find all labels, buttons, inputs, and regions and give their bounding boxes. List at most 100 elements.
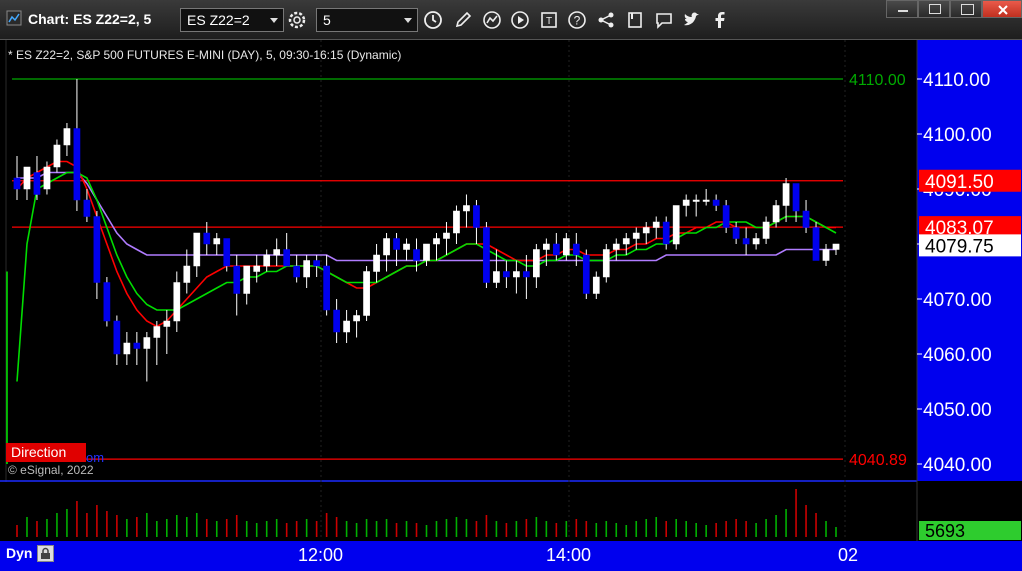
- share-icon: [598, 12, 614, 28]
- bookmark-button[interactable]: [624, 9, 646, 31]
- candle: [273, 238, 281, 266]
- play-button[interactable]: [509, 9, 531, 31]
- symbol-value: ES Z22=2: [187, 12, 250, 28]
- candle: [373, 244, 380, 283]
- maximize-button[interactable]: [950, 0, 982, 18]
- candle: [652, 216, 660, 239]
- help-icon: ?: [568, 11, 586, 29]
- candle-body: [523, 271, 530, 278]
- candle: [473, 200, 480, 244]
- candle: [233, 255, 241, 316]
- dynamic-label[interactable]: Dyn: [6, 545, 32, 561]
- refresh-button[interactable]: [481, 9, 503, 31]
- time-tick-label: 14:00: [546, 545, 592, 565]
- candle: [113, 315, 121, 365]
- candle-body: [832, 243, 840, 250]
- title-bar: Chart: ES Z22=2, 5 ES Z22=2 5 T ?: [0, 0, 1022, 40]
- candle-body: [333, 309, 340, 333]
- refresh-icon: [483, 11, 501, 29]
- candle-body: [572, 243, 580, 256]
- candle-body: [13, 177, 21, 190]
- candle: [383, 233, 390, 272]
- candle-body: [103, 282, 111, 322]
- app-icon: [6, 10, 22, 26]
- candle-body: [503, 271, 510, 278]
- twitter-icon: [684, 12, 699, 26]
- candle-body: [822, 249, 830, 261]
- bookmark-icon: [628, 12, 642, 28]
- candle-body: [33, 172, 41, 195]
- interval-value: 5: [323, 12, 331, 28]
- candle: [193, 232, 201, 277]
- candle: [303, 255, 310, 288]
- candle-body: [173, 282, 181, 322]
- candles: [13, 79, 840, 382]
- candle: [173, 271, 181, 332]
- candle: [293, 255, 301, 283]
- candle: [802, 200, 810, 233]
- minimize-button[interactable]: [886, 0, 918, 18]
- facebook-icon: [715, 12, 725, 28]
- price-tick-label: 4050.00: [923, 400, 992, 421]
- candle: [33, 156, 41, 200]
- candle-body: [592, 276, 600, 294]
- candle: [732, 222, 740, 244]
- time-tick-label: 12:00: [298, 545, 344, 565]
- candle-body: [562, 238, 570, 256]
- restore-button[interactable]: [918, 0, 950, 18]
- share-button[interactable]: [595, 9, 617, 31]
- candle: [163, 310, 171, 354]
- candle-body: [732, 227, 740, 239]
- text-button[interactable]: T: [538, 9, 560, 31]
- candle: [53, 139, 61, 173]
- candle: [722, 200, 730, 233]
- last-price-label: 4079.75: [925, 236, 994, 257]
- candle: [143, 332, 151, 382]
- candle-body: [632, 232, 640, 239]
- candle-body: [213, 238, 221, 245]
- grid: [0, 40, 917, 540]
- candle: [433, 233, 440, 261]
- twitter-button[interactable]: [681, 9, 703, 31]
- chevron-down-icon: [404, 18, 412, 23]
- chat-icon: [656, 13, 672, 29]
- candle-body: [223, 238, 231, 267]
- chat-button[interactable]: [653, 9, 675, 31]
- maximize-icon: [961, 4, 974, 15]
- candle: [632, 227, 640, 250]
- candle: [742, 227, 750, 255]
- close-icon: [998, 5, 1008, 15]
- price-chart[interactable]: 4110.004040.89 4110.004100.004090.004080…: [0, 40, 1022, 571]
- candle-body: [293, 265, 301, 278]
- price-tick-label: 4110.00: [923, 70, 990, 91]
- help-button[interactable]: ?: [566, 9, 588, 31]
- close-button[interactable]: [982, 0, 1022, 18]
- window-title: Chart: ES Z22=2, 5: [28, 11, 152, 27]
- candle-body: [53, 144, 61, 168]
- facebook-button[interactable]: [709, 9, 731, 31]
- interval-select[interactable]: 5: [316, 8, 418, 32]
- chevron-down-icon: [270, 18, 278, 23]
- candle: [762, 216, 770, 244]
- svg-text:?: ?: [574, 14, 581, 28]
- candle: [323, 255, 330, 316]
- candle-body: [373, 254, 380, 272]
- candle-body: [153, 326, 161, 338]
- candle-body: [243, 265, 251, 294]
- candle-body: [642, 227, 650, 234]
- candle-body: [483, 227, 490, 283]
- settings-button[interactable]: [286, 9, 308, 31]
- clock-button[interactable]: [422, 9, 444, 31]
- candle: [672, 205, 680, 250]
- candle-body: [93, 216, 101, 283]
- candle-body: [123, 342, 131, 355]
- candle-body: [233, 265, 241, 294]
- candle: [692, 194, 700, 217]
- candle-body: [602, 249, 610, 278]
- direction-button[interactable]: Direction: [6, 443, 86, 462]
- symbol-select[interactable]: ES Z22=2: [180, 8, 284, 32]
- lock-icon[interactable]: [37, 545, 54, 562]
- draw-button[interactable]: [452, 9, 474, 31]
- candle-body: [83, 199, 91, 217]
- candle: [23, 166, 31, 200]
